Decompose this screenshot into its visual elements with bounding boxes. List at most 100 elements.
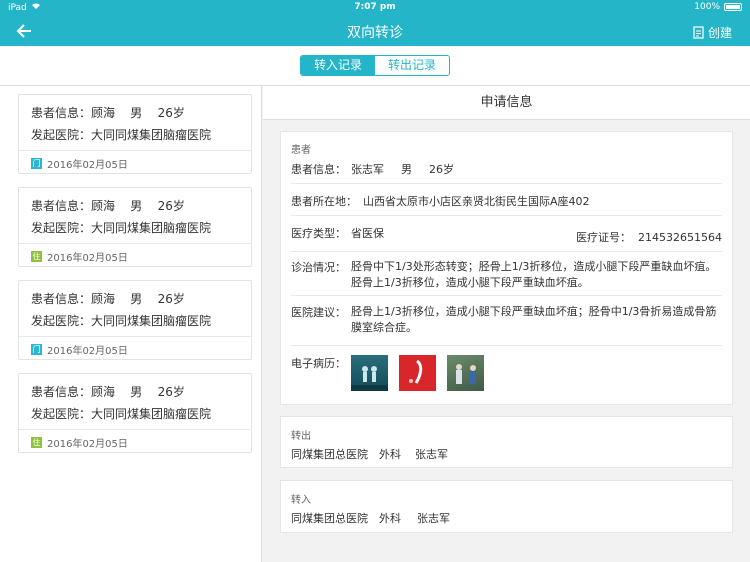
hospital-label: 发起医院： bbox=[31, 221, 92, 235]
record-patient: 患者信息：顾海 男 26岁 bbox=[31, 197, 185, 214]
patient-age: 26岁 bbox=[429, 163, 454, 176]
diagnosis-value: 胫骨中下1/3处形态转变；胫骨上1/3折移位，造成小腿下段严重缺血坏疽。胫骨上1… bbox=[351, 260, 717, 289]
insurance-type-label: 医疗类型： bbox=[291, 227, 346, 240]
tab-transfer-out[interactable]: 转出记录 bbox=[375, 56, 449, 75]
battery-indicator: 100% bbox=[694, 2, 742, 12]
tab-transfer-in[interactable]: 转入记录 bbox=[301, 56, 375, 75]
hospital-name: 大同同煤集团脑瘤医院 bbox=[91, 221, 212, 235]
create-button[interactable]: 创建 bbox=[693, 24, 732, 41]
patient-label: 患者信息： bbox=[31, 106, 92, 120]
record-footer: 门 2016年02月05日 bbox=[31, 156, 128, 171]
divider bbox=[19, 429, 251, 430]
record-footer: 门 2016年02月05日 bbox=[31, 342, 128, 357]
figures-image-icon bbox=[351, 366, 388, 391]
record-hospital: 发起医院：大同同煤集团脑瘤医院 bbox=[31, 312, 211, 329]
hospital-name: 大同同煤集团脑瘤医院 bbox=[91, 128, 212, 142]
hospital-name: 大同同煤集团脑瘤医院 bbox=[91, 407, 212, 421]
advice-row: 医院建议： 胫骨上1/3折移位，造成小腿下段严重缺血坏疽；胫骨中1/3骨折易造成… bbox=[291, 304, 722, 338]
inpatient-badge: 住 bbox=[31, 251, 42, 262]
transfer-out-row: 同煤集团总医院 外科 张志军 bbox=[291, 446, 722, 462]
record-footer: 住 2016年02月05日 bbox=[31, 435, 128, 450]
emr-thumbnail[interactable] bbox=[399, 355, 436, 391]
nav-bar: iPad 7:07 pm 100% 双向转诊 创建 bbox=[0, 0, 750, 46]
record-hospital: 发起医院：大同同煤集团脑瘤医院 bbox=[31, 405, 211, 422]
patient-age: 26岁 bbox=[157, 106, 185, 120]
status-time: 7:07 pm bbox=[354, 2, 396, 12]
section-title: 转入 bbox=[291, 495, 311, 506]
record-hospital: 发起医院：大同同煤集团脑瘤医院 bbox=[31, 126, 211, 143]
diagnosis-label: 诊治情况： bbox=[291, 261, 346, 274]
record-patient: 患者信息：顾海 男 26岁 bbox=[31, 104, 185, 121]
hospital-name: 大同同煤集团脑瘤医院 bbox=[91, 314, 212, 328]
patient-label: 患者信息： bbox=[291, 163, 346, 176]
transfer-in-row: 同煤集团总医院 外科 张志军 bbox=[291, 510, 722, 526]
document-icon bbox=[693, 26, 704, 39]
detail-panel: 申请信息 患者 患者信息： 张志军 男 26岁 患者所在地： 山西省太原市小店区… bbox=[263, 86, 750, 562]
detail-header: 申请信息 bbox=[263, 86, 750, 120]
emr-row: 电子病历： bbox=[291, 355, 722, 395]
patient-label: 患者信息： bbox=[31, 199, 92, 213]
insurance-no-value: 214532651564 bbox=[638, 231, 722, 244]
section-title: 患者 bbox=[291, 145, 311, 156]
emr-thumbnail[interactable] bbox=[447, 355, 484, 391]
insurance-no-label: 医疗证号： bbox=[576, 231, 632, 244]
hospital-label: 发起医院： bbox=[31, 314, 92, 328]
divider bbox=[291, 183, 722, 184]
insurance-type-value: 省医保 bbox=[351, 227, 384, 240]
record-date: 2016年02月05日 bbox=[47, 346, 128, 357]
patient-gender: 男 bbox=[130, 199, 143, 213]
record-patient: 患者信息：顾海 男 26岁 bbox=[31, 383, 185, 400]
out-doctor: 张志军 bbox=[415, 448, 448, 461]
insurance-number: 医疗证号： 214532651564 bbox=[576, 229, 722, 245]
transfer-in-section: 转入 同煤集团总医院 外科 张志军 bbox=[280, 480, 733, 533]
patient-name: 张志军 bbox=[351, 163, 384, 176]
address-row: 患者所在地： 山西省太原市小店区亲贤北街民生国际A座402 bbox=[291, 193, 722, 209]
record-card[interactable]: 患者信息：顾海 男 26岁 发起医院：大同同煤集团脑瘤医院 住 2016年02月… bbox=[18, 373, 252, 453]
patient-age: 26岁 bbox=[157, 292, 185, 306]
emr-thumbnail[interactable] bbox=[351, 355, 388, 391]
patient-label: 患者信息： bbox=[31, 292, 92, 306]
advice-value: 胫骨上1/3折移位，造成小腿下段严重缺血坏疽；胫骨中1/3骨折易造成骨筋膜室综合… bbox=[351, 305, 717, 334]
insurance-row: 医疗类型： 省医保 医疗证号： 214532651564 bbox=[291, 225, 722, 244]
divider bbox=[19, 336, 251, 337]
patient-name: 顾海 bbox=[91, 292, 116, 306]
divider bbox=[291, 295, 722, 296]
record-date: 2016年02月05日 bbox=[47, 160, 128, 171]
advice-label: 医院建议： bbox=[291, 306, 346, 319]
status-bar: iPad 7:07 pm 100% bbox=[0, 0, 750, 14]
patient-gender: 男 bbox=[401, 163, 412, 176]
inpatient-badge: 住 bbox=[31, 437, 42, 448]
divider bbox=[291, 215, 722, 216]
outpatient-badge: 门 bbox=[31, 344, 42, 355]
hospital-label: 发起医院： bbox=[31, 128, 92, 142]
patient-age: 26岁 bbox=[157, 199, 185, 213]
in-hospital: 同煤集团总医院 bbox=[291, 512, 368, 525]
in-doctor: 张志军 bbox=[417, 512, 450, 525]
record-date: 2016年02月05日 bbox=[47, 439, 128, 450]
address-value: 山西省太原市小店区亲贤北街民生国际A座402 bbox=[363, 195, 590, 208]
patient-section: 患者 患者信息： 张志军 男 26岁 患者所在地： 山西省太原市小店区亲贤北街民… bbox=[280, 131, 733, 405]
record-card[interactable]: 患者信息：顾海 男 26岁 发起医院：大同同煤集团脑瘤医院 门 2016年02月… bbox=[18, 280, 252, 360]
record-card[interactable]: 患者信息：顾海 男 26岁 发起医院：大同同煤集团脑瘤医院 住 2016年02月… bbox=[18, 187, 252, 267]
record-footer: 住 2016年02月05日 bbox=[31, 249, 128, 264]
divider bbox=[291, 251, 722, 252]
patient-name: 顾海 bbox=[91, 106, 116, 120]
record-card[interactable]: 患者信息：顾海 男 26岁 发起医院：大同同煤集团脑瘤医院 门 2016年02月… bbox=[18, 94, 252, 174]
page-title: 双向转诊 bbox=[347, 25, 403, 41]
hospital-label: 发起医院： bbox=[31, 407, 92, 421]
patient-label: 患者信息： bbox=[31, 385, 92, 399]
out-department: 外科 bbox=[379, 448, 401, 461]
record-list: 患者信息：顾海 男 26岁 发起医院：大同同煤集团脑瘤医院 门 2016年02月… bbox=[0, 86, 262, 562]
divider bbox=[291, 345, 722, 346]
divider bbox=[19, 150, 251, 151]
patient-name: 顾海 bbox=[91, 385, 116, 399]
record-hospital: 发起医院：大同同煤集团脑瘤医院 bbox=[31, 219, 211, 236]
diagnosis-row: 诊治情况： 胫骨中下1/3处形态转变；胫骨上1/3折移位，造成小腿下段严重缺血坏… bbox=[291, 259, 722, 293]
patient-gender: 男 bbox=[130, 106, 143, 120]
outpatient-badge: 门 bbox=[31, 158, 42, 169]
patient-gender: 男 bbox=[130, 292, 143, 306]
create-label: 创建 bbox=[707, 26, 732, 40]
in-department: 外科 bbox=[379, 512, 401, 525]
section-title: 转出 bbox=[291, 431, 311, 442]
patient-age: 26岁 bbox=[157, 385, 185, 399]
